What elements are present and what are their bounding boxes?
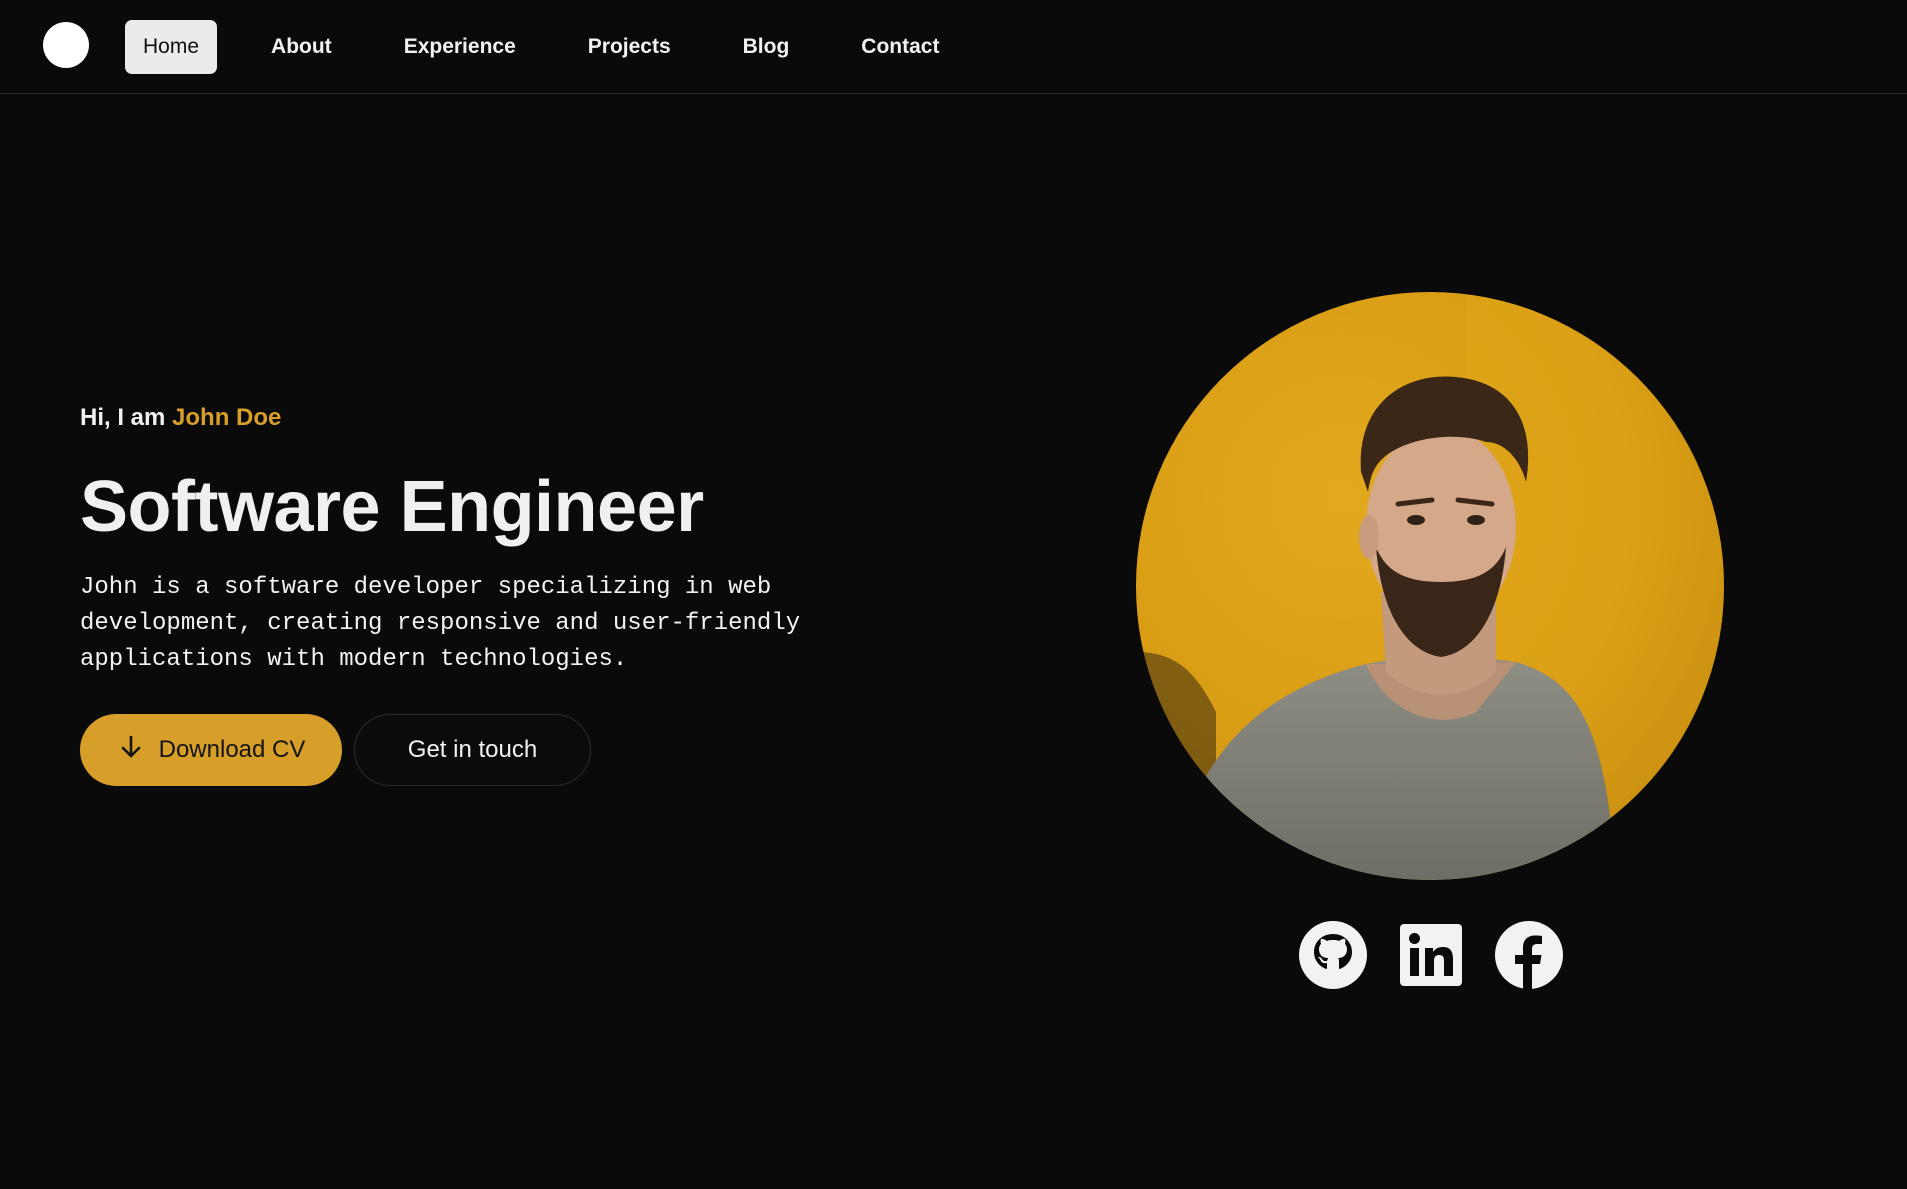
social-links: [1298, 920, 1564, 995]
nav-links: Home About Experience Projects Blog Cont…: [125, 19, 981, 74]
facebook-icon: [1494, 920, 1564, 995]
linkedin-link[interactable]: [1396, 922, 1466, 992]
nav-item-about[interactable]: About: [253, 20, 350, 74]
profile-photo: [1136, 292, 1724, 880]
job-title: Software Engineer: [80, 467, 704, 547]
navbar: Home About Experience Projects Blog Cont…: [0, 0, 1907, 94]
logo[interactable]: [43, 21, 89, 68]
linkedin-icon: [1398, 922, 1464, 993]
download-cv-label: Download CV: [158, 736, 306, 763]
hero-actions: Download CV Get in touch: [80, 714, 880, 786]
greeting-prefix: Hi, I am: [80, 404, 173, 431]
nav-item-blog[interactable]: Blog: [725, 20, 808, 74]
download-arrow-icon: [117, 733, 145, 768]
github-icon: [1298, 920, 1368, 995]
get-in-touch-label: Get in touch: [407, 736, 538, 763]
nav-item-projects[interactable]: Projects: [570, 20, 689, 74]
hero-intro: Hi, I am John Doe Software Engineer John…: [80, 400, 880, 786]
author-name: John Doe: [172, 404, 282, 431]
nav-item-experience[interactable]: Experience: [386, 20, 534, 74]
github-link[interactable]: [1298, 920, 1368, 995]
get-in-touch-button[interactable]: Get in touch: [354, 714, 591, 786]
greeting: Hi, I am John Doe: [80, 400, 880, 436]
nav-item-home[interactable]: Home: [125, 19, 218, 74]
nav-item-contact[interactable]: Contact: [843, 20, 957, 74]
download-cv-button[interactable]: Download CV: [80, 714, 342, 786]
facebook-link[interactable]: [1494, 920, 1564, 995]
bio-description: John is a software developer specializin…: [80, 574, 801, 673]
